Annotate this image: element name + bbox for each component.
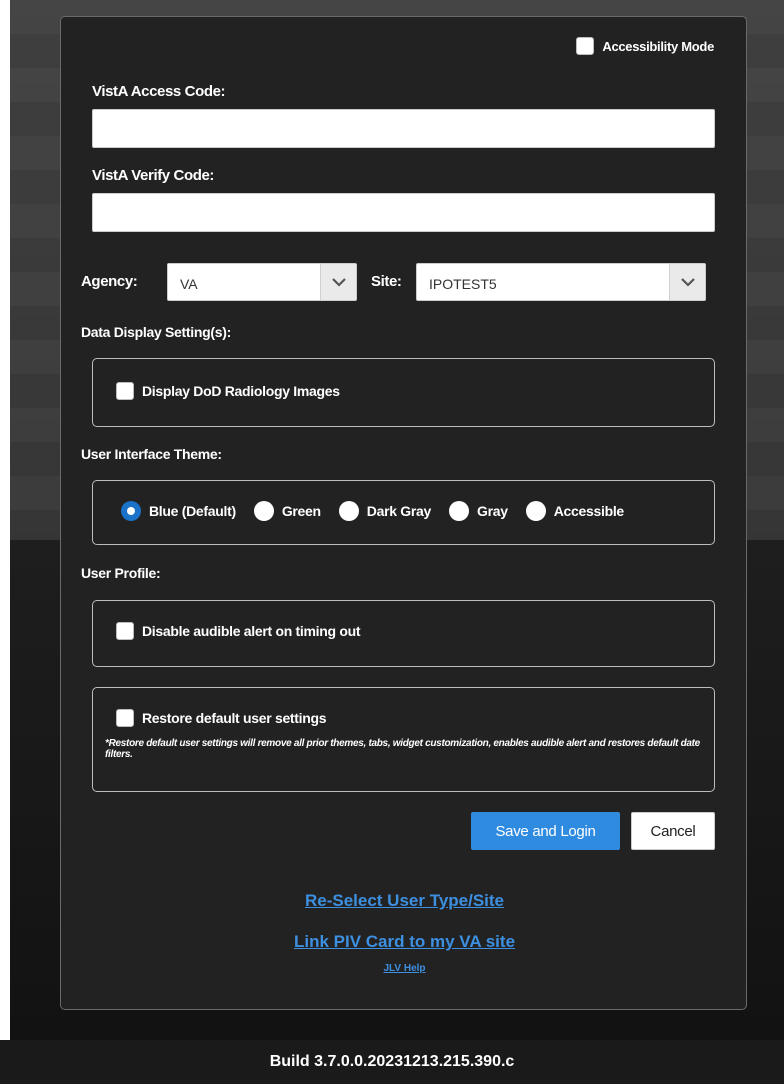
- user-profile-title: User Profile:: [81, 565, 161, 581]
- theme-title: User Interface Theme:: [81, 446, 222, 462]
- save-and-login-button[interactable]: Save and Login: [471, 812, 620, 850]
- disable-alert-label: Disable audible alert on timing out: [142, 623, 361, 639]
- theme-option-blue[interactable]: Blue (Default): [121, 501, 236, 521]
- theme-radio-gray[interactable]: [449, 501, 470, 521]
- accessibility-mode-label: Accessibility Mode: [602, 38, 714, 54]
- agency-select[interactable]: VA: [167, 263, 357, 301]
- disable-alert-checkbox[interactable]: [116, 622, 134, 640]
- reselect-user-type-link[interactable]: Re-Select User Type/Site: [61, 891, 748, 911]
- accessibility-mode-toggle[interactable]: Accessibility Mode: [576, 37, 714, 55]
- window-edge: [0, 0, 10, 1040]
- theme-radio-green[interactable]: [253, 501, 274, 521]
- dod-images-option[interactable]: Display DoD Radiology Images: [116, 382, 340, 400]
- theme-option-label: Blue (Default): [149, 503, 236, 519]
- agency-site-row: Agency: VA Site: IPOTEST5: [81, 263, 731, 301]
- theme-option-label: Green: [281, 503, 321, 519]
- theme-option-green[interactable]: Green: [253, 501, 321, 521]
- theme-radio-group: Blue (Default) Green Dark Gray Gray Acce…: [121, 501, 642, 521]
- theme-option-accessible[interactable]: Accessible: [525, 501, 624, 521]
- build-version: Build 3.7.0.0.20231213.215.390.c: [269, 1053, 515, 1070]
- agency-label: Agency:: [81, 273, 138, 290]
- chevron-down-icon: [320, 264, 356, 300]
- data-display-title: Data Display Setting(s):: [81, 324, 231, 340]
- chevron-down-icon: [669, 264, 705, 300]
- access-code-label: VistA Access Code:: [92, 83, 226, 100]
- login-panel: Accessibility Mode VistA Access Code: Vi…: [60, 16, 747, 1010]
- cancel-button[interactable]: Cancel: [631, 812, 715, 850]
- access-code-input[interactable]: [92, 109, 715, 148]
- restore-defaults-box: Restore default user settings *Restore d…: [92, 687, 715, 792]
- disable-alert-option[interactable]: Disable audible alert on timing out: [116, 622, 361, 640]
- restore-defaults-note: *Restore default user settings will remo…: [105, 738, 700, 760]
- agency-selected-value: VA: [180, 276, 198, 292]
- footer-bar: Build 3.7.0.0.20231213.215.390.c: [0, 1040, 784, 1084]
- site-select[interactable]: IPOTEST5: [416, 263, 706, 301]
- data-display-box: Display DoD Radiology Images: [92, 358, 715, 427]
- jlv-help-link[interactable]: JLV Help: [61, 963, 748, 974]
- theme-option-gray[interactable]: Gray: [449, 501, 508, 521]
- accessibility-mode-checkbox[interactable]: [576, 37, 595, 55]
- theme-option-label: Gray: [477, 503, 508, 519]
- theme-option-label: Accessible: [553, 503, 624, 519]
- theme-radio-blue[interactable]: [121, 501, 141, 521]
- verify-code-input[interactable]: [92, 193, 715, 232]
- dod-images-label: Display DoD Radiology Images: [142, 383, 340, 399]
- link-piv-card-link[interactable]: Link PIV Card to my VA site: [61, 932, 748, 952]
- restore-defaults-label: Restore default user settings: [142, 710, 327, 726]
- restore-defaults-option[interactable]: Restore default user settings: [116, 709, 327, 727]
- alert-setting-box: Disable audible alert on timing out: [92, 600, 715, 667]
- theme-radio-accessible[interactable]: [525, 501, 546, 521]
- site-selected-value: IPOTEST5: [429, 276, 497, 292]
- theme-option-dark-gray[interactable]: Dark Gray: [338, 501, 432, 521]
- dod-images-checkbox[interactable]: [116, 382, 134, 400]
- theme-box: Blue (Default) Green Dark Gray Gray Acce…: [92, 480, 715, 545]
- theme-radio-dark-gray[interactable]: [338, 501, 359, 521]
- verify-code-label: VistA Verify Code:: [92, 167, 215, 184]
- restore-defaults-checkbox[interactable]: [116, 709, 134, 727]
- site-label: Site:: [371, 273, 402, 290]
- theme-option-label: Dark Gray: [366, 503, 432, 519]
